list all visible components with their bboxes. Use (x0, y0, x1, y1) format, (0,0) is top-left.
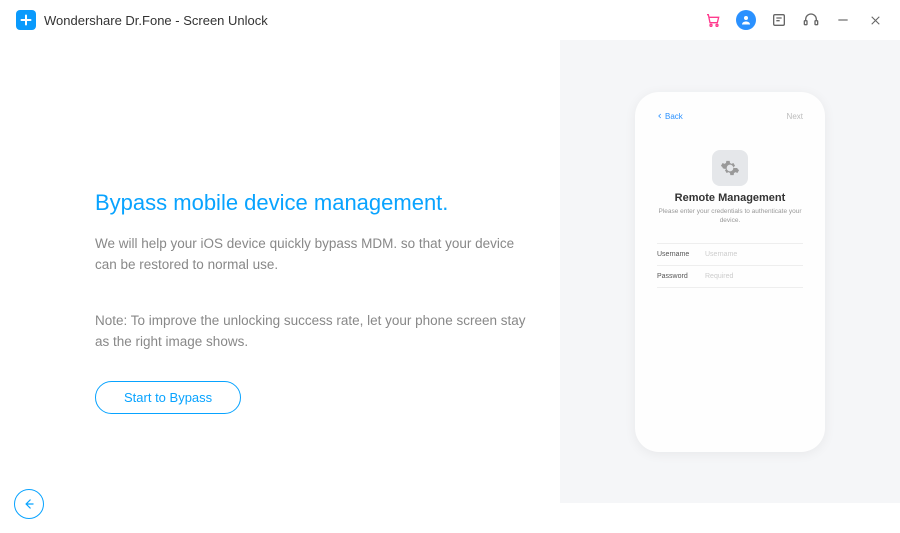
titlebar: Wondershare Dr.Fone - Screen Unlock (0, 0, 900, 40)
close-icon[interactable] (866, 11, 884, 29)
username-placeholder: Username (705, 251, 737, 258)
start-bypass-button[interactable]: Start to Bypass (95, 381, 241, 414)
support-icon[interactable] (802, 11, 820, 29)
chevron-left-icon (657, 112, 663, 122)
content: Bypass mobile device management. We will… (0, 40, 900, 503)
password-placeholder: Required (705, 273, 733, 280)
username-field: Username Username (657, 243, 803, 265)
phone-screen-title: Remote Management (657, 192, 803, 206)
phone-back-label: Back (665, 112, 683, 121)
phone-screen: Back Next Remote Management Please enter… (645, 102, 815, 442)
page-note: Note: To improve the unlocking success r… (95, 311, 530, 353)
app-logo-icon (16, 10, 36, 30)
feedback-icon[interactable] (770, 11, 788, 29)
password-label: Password (657, 273, 705, 280)
page-heading: Bypass mobile device management. (95, 190, 530, 216)
minimize-icon[interactable] (834, 11, 852, 29)
phone-next-label: Next (787, 112, 803, 121)
password-field: Password Required (657, 265, 803, 288)
account-icon[interactable] (736, 10, 756, 30)
page-description: We will help your iOS device quickly byp… (95, 234, 530, 276)
phone-screen-subtitle: Please enter your credentials to authent… (657, 208, 803, 225)
app-title: Wondershare Dr.Fone - Screen Unlock (44, 13, 268, 28)
gear-icon (712, 150, 748, 186)
username-label: Username (657, 251, 705, 258)
right-pane: Back Next Remote Management Please enter… (560, 40, 900, 503)
back-button[interactable] (14, 489, 44, 519)
phone-fields: Username Username Password Required (657, 243, 803, 288)
titlebar-left: Wondershare Dr.Fone - Screen Unlock (16, 10, 268, 30)
left-pane: Bypass mobile device management. We will… (0, 40, 560, 503)
titlebar-right (704, 10, 884, 30)
phone-mockup: Back Next Remote Management Please enter… (635, 92, 825, 452)
phone-nav: Back Next (657, 110, 803, 132)
cart-icon[interactable] (704, 11, 722, 29)
